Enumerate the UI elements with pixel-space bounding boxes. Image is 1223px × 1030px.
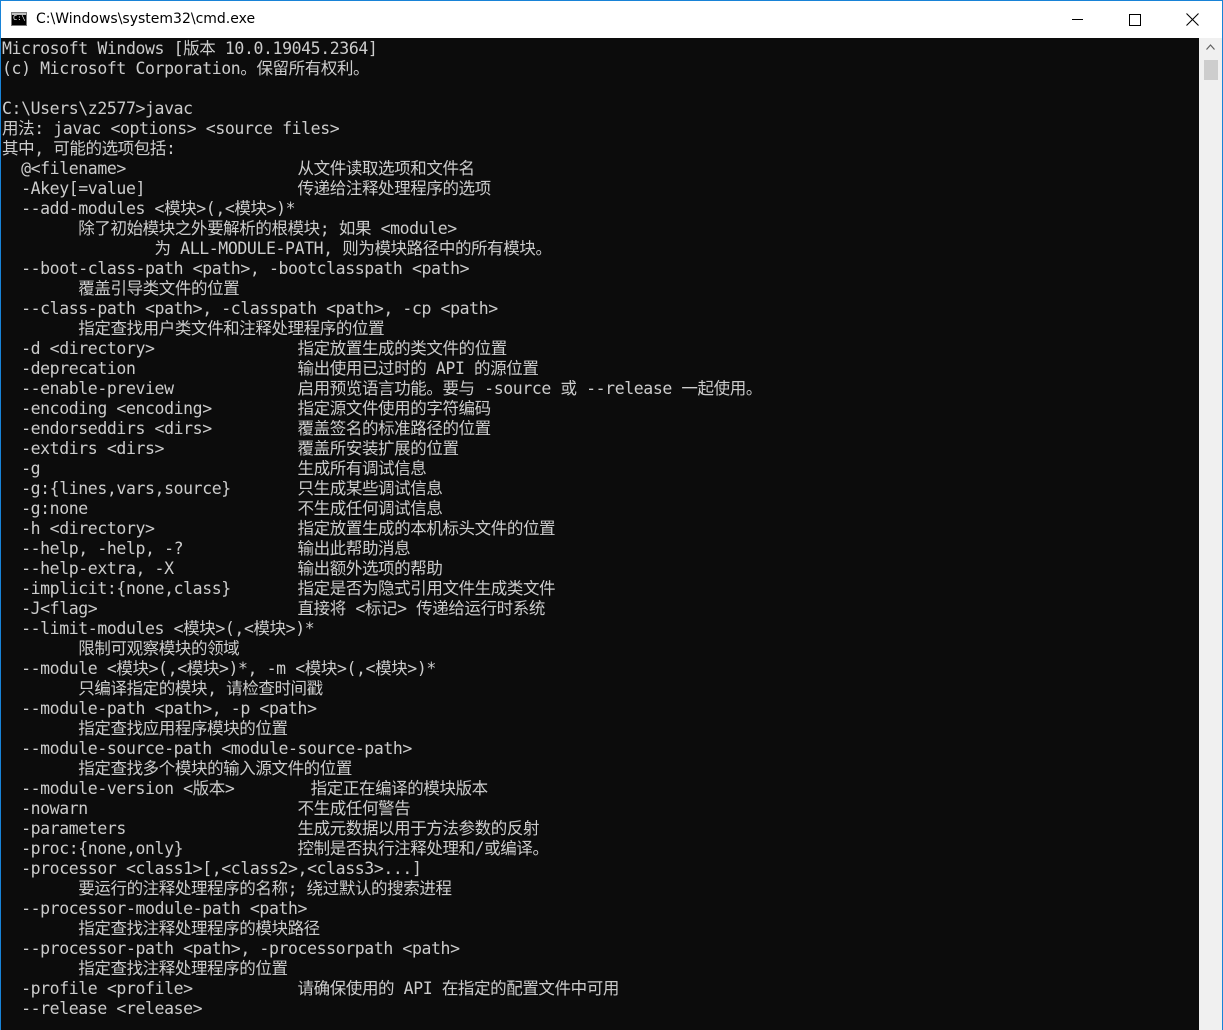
console-line: --processor-path <path>, -processorpath … [2,939,460,958]
close-button[interactable] [1164,1,1222,38]
minimize-icon [1072,19,1083,20]
console-line: -profile <profile> 请确保使用的 API 在指定的配置文件中可… [2,979,619,998]
console-line: -d <directory> 指定放置生成的类文件的位置 [2,339,507,358]
console-line: -encoding <encoding> 指定源文件使用的字符编码 [2,399,491,418]
console-line: C:\Users\z2577>javac [2,99,193,118]
console-line: --help, -help, -? 输出此帮助消息 [2,539,411,558]
console-output[interactable]: Microsoft Windows [版本 10.0.19045.2364] (c… [1,38,1199,1030]
console-line: Microsoft Windows [版本 10.0.19045.2364] [2,39,378,58]
console-line: 要运行的注释处理程序的名称; 绕过默认的搜索进程 [2,879,452,898]
console-line: 指定查找用户类文件和注释处理程序的位置 [2,319,385,338]
console-line: -g 生成所有调试信息 [2,459,427,478]
console-line: -implicit:{none,class} 指定是否为隐式引用文件生成类文件 [2,579,556,598]
console-line: --class-path <path>, -classpath <path>, … [2,299,498,318]
console-line: -nowarn 不生成任何警告 [2,799,411,818]
console-line: -processor <class1>[,<class2>,<class3>..… [2,859,422,878]
maximize-icon [1129,14,1141,26]
console-line: -proc:{none,only} 控制是否执行注释处理和/或编译。 [2,839,549,858]
console-line: 指定查找多个模块的输入源文件的位置 [2,759,352,778]
console-line: -g:none 不生成任何调试信息 [2,499,443,518]
console-line: -deprecation 输出使用已过时的 API 的源位置 [2,359,539,378]
console-line: --module-source-path <module-source-path… [2,739,412,758]
console-line: 只编译指定的模块, 请检查时间戳 [2,679,323,698]
cmd-window: C:\ C:\Windows\system32\cmd.exe Microsof… [0,0,1223,1030]
console-line: (c) Microsoft Corporation。保留所有权利。 [2,59,370,78]
minimize-button[interactable] [1048,1,1106,38]
console-line: 其中, 可能的选项包括: [2,139,176,158]
cmd-icon[interactable]: C:\ [11,12,27,26]
console-line: 覆盖引导类文件的位置 [2,279,240,298]
console-text: Microsoft Windows [版本 10.0.19045.2364] (c… [1,38,1199,1019]
console-line: -h <directory> 指定放置生成的本机标头文件的位置 [2,519,556,538]
console-line: -endorseddirs <dirs> 覆盖签名的标准路径的位置 [2,419,491,438]
cmd-icon-glyph: C:\ [13,14,26,22]
console-line: 指定查找应用程序模块的位置 [2,719,288,738]
console-line: 为 ALL-MODULE-PATH, 则为模块路径中的所有模块。 [2,239,552,258]
console-line: --boot-class-path <path>, -bootclasspath… [2,259,470,278]
console-line: -extdirs <dirs> 覆盖所安装扩展的位置 [2,439,459,458]
window-title: C:\Windows\system32\cmd.exe [36,11,256,27]
vertical-scrollbar[interactable] [1199,38,1222,1030]
console-line: -g:{lines,vars,source} 只生成某些调试信息 [2,479,443,498]
console-line: 指定查找注释处理程序的模块路径 [2,919,320,938]
console-line: --module-version <版本> 指定正在编译的模块版本 [2,779,488,798]
close-icon [1186,13,1199,26]
console-line: 限制可观察模块的领域 [2,639,240,658]
console-line: --module-path <path>, -p <path> [2,699,317,718]
console-line: --help-extra, -X 输出额外选项的帮助 [2,559,443,578]
console-line: --processor-module-path <path> [2,899,308,918]
scroll-thumb[interactable] [1204,60,1218,80]
console-line: --module <模块>(,<模块>)*, -m <模块>(,<模块>)* [2,659,436,678]
console-line: --enable-preview 启用预览语言功能。要与 -source 或 -… [2,379,762,398]
console-line: -parameters 生成元数据以用于方法参数的反射 [2,819,540,838]
console-line: 用法: javac <options> <source files> [2,119,340,138]
console-line: 除了初始模块之外要解析的根模块; 如果 <module> [2,219,457,238]
maximize-button[interactable] [1106,1,1164,38]
console-line: --add-modules <模块>(,<模块>)* [2,199,296,218]
chevron-up-icon [1206,44,1215,50]
console-line: -J<flag> 直接将 <标记> 传递给运行时系统 [2,599,545,618]
console-line: --release <release> [2,999,203,1018]
scroll-up-button[interactable] [1199,38,1222,56]
console-line: 指定查找注释处理程序的位置 [2,959,288,978]
console-line: @<filename> 从文件读取选项和文件名 [2,159,475,178]
console-line: --limit-modules <模块>(,<模块>)* [2,619,315,638]
console-line: -Akey[=value] 传递给注释处理程序的选项 [2,179,491,198]
title-bar[interactable]: C:\ C:\Windows\system32\cmd.exe [1,1,1222,38]
